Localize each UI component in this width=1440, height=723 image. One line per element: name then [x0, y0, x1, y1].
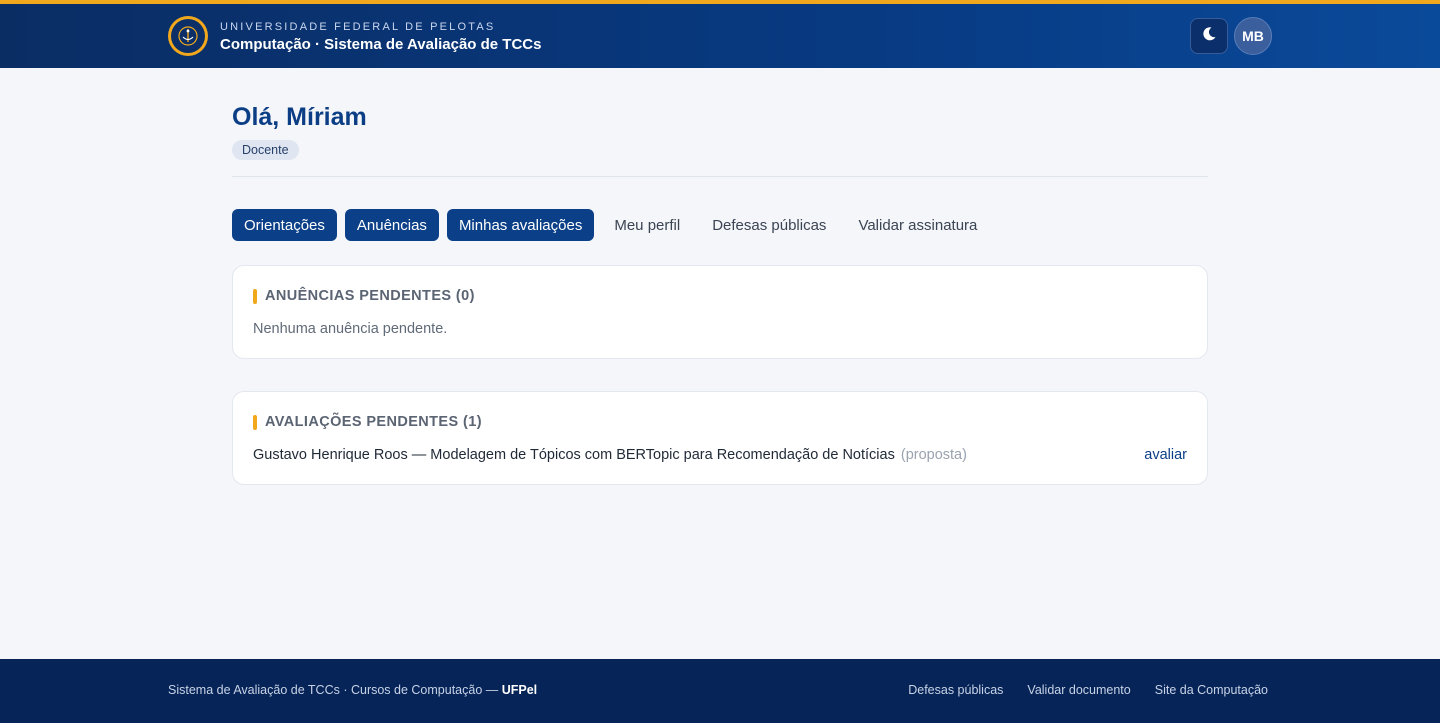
anuencias-empty-message: Nenhuma anuência pendente.: [253, 321, 448, 337]
tab-orientacoes[interactable]: Orientações: [232, 209, 337, 241]
brand[interactable]: UNIVERSIDADE FEDERAL DE PELOTAS Computaç…: [168, 16, 541, 56]
avaliacoes-title: AVALIAÇÕES PENDENTES (1): [265, 414, 482, 430]
footer-credit-text: Sistema de Avaliação de TCCs · Cursos de…: [168, 683, 502, 697]
top-header: UNIVERSIDADE FEDERAL DE PELOTAS Computaç…: [0, 0, 1440, 68]
ufpel-seal-logo: [168, 16, 208, 56]
role-badge: Docente: [232, 140, 299, 160]
section-accent: [253, 414, 257, 430]
tab-minhas-avaliacoes[interactable]: Minhas avaliações: [446, 209, 595, 241]
list-item: Gustavo Henrique Roos — Modelagem de Tóp…: [253, 446, 1187, 464]
pending-evaluation-kind: (proposta): [900, 447, 967, 463]
main-content: Olá, Míriam Docente Orientações Anuência…: [232, 68, 1208, 485]
page-title: Olá, Míriam: [232, 103, 367, 131]
tab-validar-assinatura[interactable]: Validar assinatura: [846, 209, 989, 241]
avaliar-link[interactable]: avaliar: [1144, 446, 1187, 464]
tab-meu-perfil[interactable]: Meu perfil: [602, 209, 692, 241]
system-title: Computação · Sistema de Avaliação de TCC…: [220, 35, 542, 53]
moon-icon: [1201, 26, 1217, 47]
divider: [232, 176, 1208, 177]
footer: Sistema de Avaliação de TCCs · Cursos de…: [0, 659, 1440, 723]
footer-credit-ufpel: UFPel: [501, 683, 538, 697]
institution-name: UNIVERSIDADE FEDERAL DE PELOTAS: [220, 20, 496, 33]
footer-link-site-computacao[interactable]: Site da Computação: [1155, 683, 1268, 697]
user-avatar[interactable]: MB: [1234, 17, 1272, 55]
footer-credit: Sistema de Avaliação de TCCs · Cursos de…: [168, 683, 537, 697]
anuencias-card: ANUÊNCIAS PENDENTES (0) Nenhuma anuência…: [232, 265, 1208, 359]
anuencias-title: ANUÊNCIAS PENDENTES (0): [265, 288, 475, 304]
section-accent: [253, 288, 257, 304]
tab-anuencias[interactable]: Anuências: [344, 209, 439, 241]
footer-link-validar-documento[interactable]: Validar documento: [1027, 683, 1130, 697]
footer-link-defesas[interactable]: Defesas públicas: [908, 683, 1003, 697]
pending-evaluation-text: Gustavo Henrique Roos — Modelagem de Tóp…: [253, 447, 895, 463]
nav-tabs: Orientações Anuências Minhas avaliações …: [232, 209, 1208, 241]
avaliacoes-card: AVALIAÇÕES PENDENTES (1) Gustavo Henriqu…: [232, 391, 1208, 485]
theme-toggle-button[interactable]: [1190, 18, 1228, 54]
tab-defesas-publicas[interactable]: Defesas públicas: [700, 209, 838, 241]
